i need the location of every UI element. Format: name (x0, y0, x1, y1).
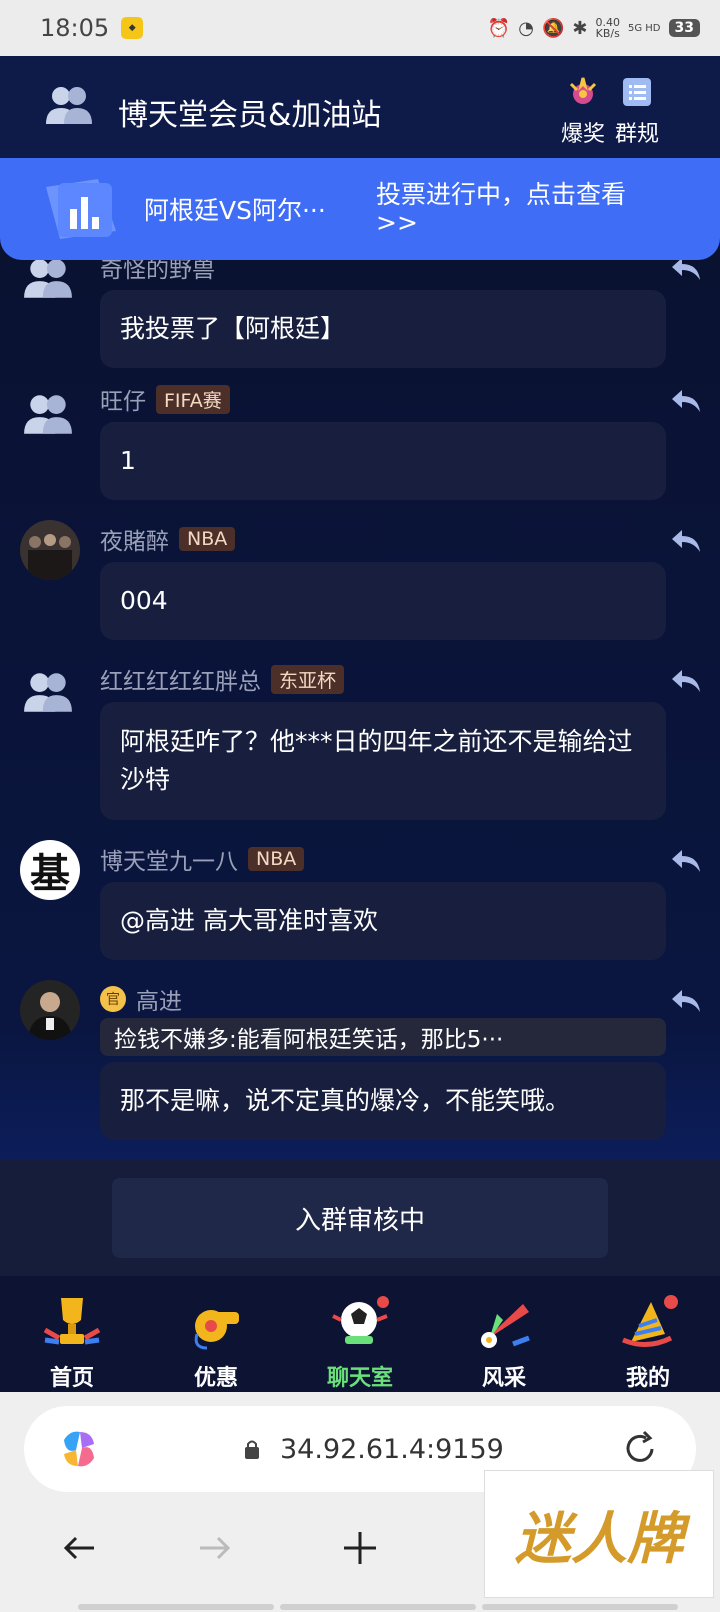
reload-icon[interactable] (620, 1429, 660, 1469)
official-badge-icon: 官 (100, 986, 126, 1012)
vote-title: 阿根廷VS阿尔··· (144, 196, 326, 225)
message-meta: 博天堂九一八 NBA (100, 844, 305, 875)
battery-icon: 33 (668, 19, 700, 37)
sender-name: 夜賭醉 (100, 529, 169, 555)
tab-chatroom[interactable]: 聊天室 (288, 1276, 432, 1392)
horn-icon (481, 1304, 530, 1348)
tab-label: 我的 (625, 1366, 670, 1391)
prize-button[interactable]: 爆奖 (553, 76, 613, 148)
network-indicator: 5G HD (628, 22, 661, 34)
default-avatar-icon (24, 395, 72, 434)
message-bubble[interactable]: 那不是嘛，说不定真的爆冷，不能笑哦。 (100, 1062, 666, 1140)
message-bubble[interactable]: @高进 高大哥准时喜欢 (100, 882, 666, 960)
new-tab-plus-icon[interactable] (338, 1526, 382, 1570)
chat-title: 博天堂会员&加油站 (118, 98, 382, 133)
watermark-logo: 迷人牌 (484, 1470, 714, 1598)
message-list[interactable]: 奇怪的野兽 我投票了【阿根廷】 旺仔 FIFA赛 1 夜賭醉 NBA 004 红… (0, 260, 720, 1160)
sender-name: 博天堂九一八 (100, 849, 238, 875)
party-hat-icon (622, 1295, 678, 1347)
fireworks-icon (569, 77, 597, 104)
user-avatar[interactable] (20, 980, 80, 1040)
speedometer-icon: ◔ (518, 17, 534, 39)
quoted-message[interactable]: 捡钱不嫌多:能看阿根廷笑话，那比5··· (100, 1018, 666, 1056)
message-meta: 红红红红红胖总 东亚杯 (100, 664, 345, 695)
message-bubble[interactable]: 阿根廷咋了？他***日的四年之前还不是输给过沙特 (100, 702, 666, 820)
forward-arrow-icon[interactable] (192, 1526, 236, 1570)
lock-icon (245, 1440, 259, 1459)
status-bar: 18:05 ◆ ⏰ ◔ 🔕 ✱ 0.40 KB/s 5G HD 33 (0, 0, 720, 56)
user-avatar[interactable] (20, 520, 80, 580)
reply-icon[interactable] (670, 668, 702, 694)
tab-home[interactable]: 首页 (0, 1276, 144, 1392)
status-time: 18:05 (40, 14, 110, 42)
tab-label: 优惠 (193, 1366, 238, 1391)
sender-name: 奇怪的野兽 (100, 260, 215, 283)
rules-label: 群规 (614, 122, 659, 147)
sender-name: 旺仔 (100, 389, 146, 415)
notification-app-icon: ◆ (121, 17, 144, 39)
tab-offers[interactable]: 优惠 (144, 1276, 288, 1392)
trophy-icon (43, 1298, 101, 1345)
sender-name: 红红红红红胖总 (100, 669, 261, 695)
user-avatar[interactable]: 基 (20, 840, 80, 900)
reply-icon[interactable] (670, 528, 702, 554)
browser-toolbar: 34.92.61.4:9159 迷人牌 (0, 1392, 720, 1612)
bluetooth-icon: ✱ (572, 17, 588, 39)
reply-icon[interactable] (670, 848, 702, 874)
mute-icon: 🔕 (541, 17, 565, 39)
message-meta: 奇怪的野兽 (100, 260, 215, 283)
tab-profile[interactable]: 我的 (576, 1276, 720, 1392)
tab-label: 聊天室 (326, 1366, 393, 1391)
list-icon (623, 78, 651, 106)
chat-header: 博天堂会员&加油站 爆奖 群规 (0, 56, 720, 168)
tab-label: 风采 (481, 1366, 526, 1391)
join-bar: 入群审核中 (0, 1160, 720, 1276)
default-avatar-icon (24, 673, 72, 712)
vote-banner[interactable]: 阿根廷VS阿尔··· 投票进行中，点击查看>> (0, 158, 720, 260)
tab-label: 首页 (49, 1366, 94, 1391)
alarm-icon: ⏰ (487, 17, 511, 39)
status-icons: ⏰ ◔ 🔕 ✱ 0.40 KB/s 5G HD 33 (488, 17, 700, 39)
vote-link[interactable]: 投票进行中，点击查看>> (376, 181, 666, 237)
tab-gallery[interactable]: 风采 (432, 1276, 576, 1392)
whistle-icon (194, 1310, 239, 1350)
bar-chart-icon (46, 179, 116, 239)
copilot-icon[interactable] (56, 1426, 102, 1472)
soccer-ball-icon (332, 1296, 389, 1344)
message-bubble[interactable]: 1 (100, 422, 666, 500)
user-tag: NBA (179, 527, 236, 551)
reply-icon[interactable] (670, 260, 702, 282)
message-meta: 夜賭醉 NBA (100, 524, 236, 555)
message-bubble[interactable]: 我投票了【阿根廷】 (100, 290, 666, 368)
bottom-nav: 首页 优惠 聊天室 风采 我的 (0, 1276, 720, 1392)
prize-label: 爆奖 (560, 122, 605, 147)
join-review-button[interactable]: 入群审核中 (112, 1178, 608, 1258)
reply-icon[interactable] (670, 988, 702, 1014)
user-tag: NBA (248, 847, 305, 871)
user-tag: FIFA赛 (156, 384, 230, 414)
default-avatar-icon (24, 260, 72, 298)
reply-icon[interactable] (670, 388, 702, 414)
group-avatar-icon (46, 87, 92, 124)
message-bubble[interactable]: 004 (100, 562, 666, 640)
gesture-bar (78, 1604, 678, 1610)
rules-button[interactable]: 群规 (607, 76, 667, 148)
url-text[interactable]: 34.92.61.4:9159 (280, 1434, 504, 1465)
net-speed: 0.40 KB/s (595, 16, 621, 40)
back-arrow-icon[interactable] (58, 1526, 102, 1570)
sender-name: 高进 (136, 989, 182, 1015)
message-meta: 官 高进 (100, 984, 182, 1015)
user-tag: 东亚杯 (271, 664, 345, 694)
message-meta: 旺仔 FIFA赛 (100, 384, 230, 415)
